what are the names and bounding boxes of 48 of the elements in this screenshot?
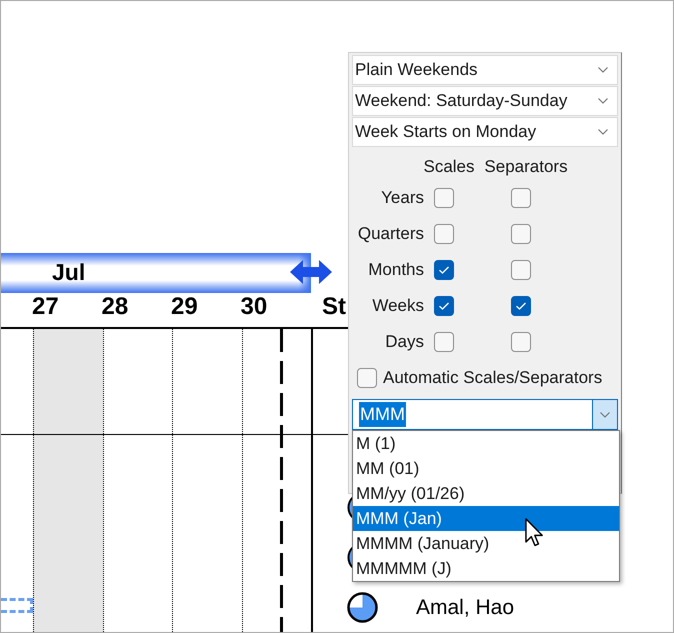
checkmark-icon	[515, 301, 527, 311]
list-option[interactable]: MMMM (January)	[353, 531, 619, 556]
list-option[interactable]: MMMMM (J)	[353, 556, 619, 581]
day-label: 30	[240, 293, 268, 320]
row-label: Months	[367, 259, 424, 282]
combo-box[interactable]: MMM	[352, 399, 618, 430]
list-option[interactable]: M (1)	[353, 431, 619, 456]
row-label: Days	[384, 331, 424, 354]
row-label: Years	[380, 187, 424, 210]
mouse-pointer-icon	[525, 518, 544, 547]
checkbox[interactable]	[434, 332, 454, 352]
checkbox[interactable]	[357, 368, 377, 388]
dropdown[interactable]: Weekend: Saturday-Sunday	[352, 86, 618, 116]
checkbox[interactable]	[511, 296, 531, 316]
day-label: St	[322, 293, 346, 320]
list-option[interactable]: MMM (Jan)	[353, 506, 619, 531]
checkbox[interactable]	[511, 332, 531, 352]
checkbox[interactable]	[434, 188, 454, 208]
checkbox-label: Automatic Scales/Separators	[383, 367, 602, 390]
column-header: Scales	[422, 156, 476, 178]
double-arrow-icon[interactable]	[290, 260, 332, 284]
dashed-task-bar	[1, 598, 33, 613]
row-label: Quarters	[356, 223, 424, 246]
dropdown[interactable]: Plain Weekends	[352, 55, 618, 85]
day-label: 28	[102, 293, 128, 320]
resource-name: Amal, Hao	[416, 594, 514, 620]
checkmark-icon	[438, 265, 450, 275]
checkbox[interactable]	[511, 224, 531, 244]
column-header: Separators	[483, 156, 569, 178]
checkbox[interactable]	[434, 260, 454, 280]
list-option[interactable]: MM/yy (01/26)	[353, 481, 619, 506]
chevron-down-icon	[600, 412, 610, 418]
day-label: 29	[171, 293, 198, 320]
checkmark-icon	[438, 301, 450, 311]
month-label: Jul	[52, 258, 86, 284]
chevron-down-icon	[598, 129, 608, 135]
row-label: Weeks	[371, 295, 424, 318]
chevron-down-icon	[598, 67, 608, 73]
checkbox[interactable]	[511, 188, 531, 208]
checkbox[interactable]	[434, 296, 454, 316]
dropdown-button[interactable]	[592, 400, 617, 429]
chevron-down-icon	[598, 98, 608, 104]
dropdown[interactable]: Week Starts on Monday	[352, 117, 618, 147]
checkbox[interactable]	[511, 260, 531, 280]
day-label: 27	[32, 293, 59, 320]
list-option[interactable]: MM (01)	[353, 456, 619, 481]
checkbox[interactable]	[434, 224, 454, 244]
pie-chart-icon	[347, 592, 378, 623]
